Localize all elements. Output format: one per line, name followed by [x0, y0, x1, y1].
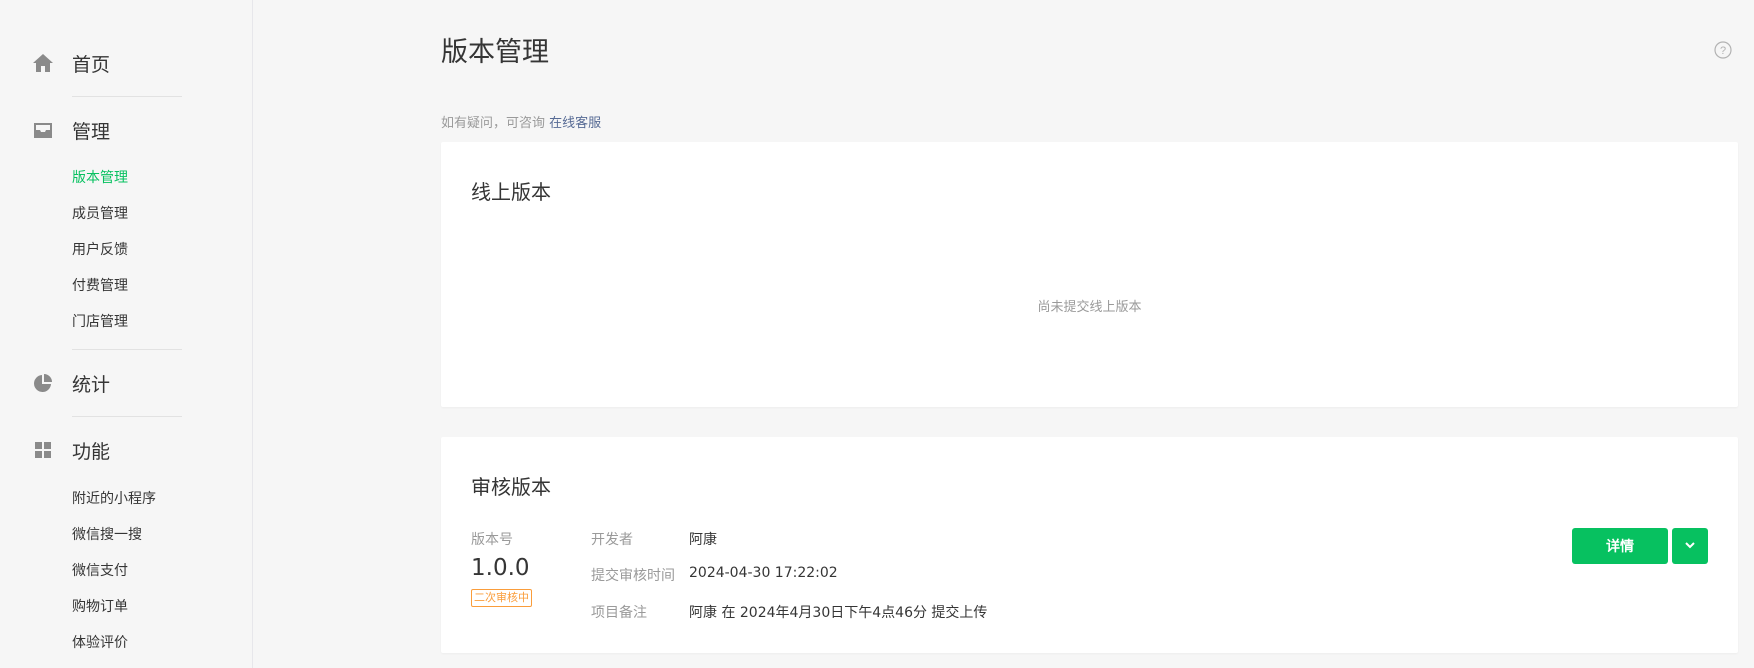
nav-manage[interactable]: 管理: [32, 115, 110, 145]
divider: [72, 349, 182, 350]
version-label: 版本号: [471, 532, 513, 548]
home-icon: [32, 52, 54, 74]
sidebar-item-experience-review[interactable]: 体验评价: [72, 633, 128, 653]
sidebar-item-version-manage[interactable]: 版本管理: [72, 168, 128, 188]
review-version-card: 审核版本 版本号 1.0.0 二次审核中 开发者 阿康 提交审核时间 2024-…: [441, 437, 1738, 653]
more-options-button[interactable]: [1672, 528, 1708, 564]
sidebar-item-shopping-orders[interactable]: 购物订单: [72, 597, 128, 617]
nav-home-label: 首页: [72, 53, 111, 76]
sidebar-item-member-manage[interactable]: 成员管理: [72, 204, 128, 224]
sidebar-item-wechat-pay[interactable]: 微信支付: [72, 561, 128, 581]
submit-time-label: 提交审核时间: [591, 568, 675, 584]
inbox-icon: [32, 119, 54, 141]
sidebar-item-nearby-miniprogram[interactable]: 附近的小程序: [72, 489, 156, 509]
remark-label: 项目备注: [591, 605, 647, 621]
page-title: 版本管理: [441, 37, 549, 68]
developer-value: 阿康: [689, 532, 717, 548]
version-number: 1.0.0: [471, 555, 530, 581]
review-version-title: 审核版本: [471, 475, 551, 499]
sidebar-item-user-feedback[interactable]: 用户反馈: [72, 240, 128, 260]
nav-features-label: 功能: [72, 440, 111, 463]
submit-time-value: 2024-04-30 17:22:02: [689, 565, 838, 581]
nav-stats[interactable]: 统计: [32, 368, 110, 398]
online-version-card: 线上版本 尚未提交线上版本: [441, 142, 1738, 407]
sidebar-item-wechat-search[interactable]: 微信搜一搜: [72, 525, 142, 545]
sidebar-item-store-manage[interactable]: 门店管理: [72, 312, 128, 332]
grid-icon: [32, 439, 54, 461]
consult-text: 如有疑问，可咨询: [441, 116, 546, 131]
divider: [72, 96, 182, 97]
online-version-title: 线上版本: [471, 180, 551, 204]
question-circle-icon[interactable]: ?: [1714, 41, 1732, 59]
developer-label: 开发者: [591, 532, 633, 548]
online-service-link[interactable]: 在线客服: [549, 116, 601, 131]
nav-stats-label: 统计: [72, 373, 111, 396]
remark-value: 阿康 在 2024年4月30日下午4点46分 提交上传: [689, 605, 988, 621]
pie-chart-icon: [32, 372, 54, 394]
chevron-down-icon: [1683, 537, 1697, 556]
sidebar: 首页 管理 版本管理 成员管理 用户反馈 付费管理 门店管理 统计 功能 附近的…: [0, 0, 253, 668]
empty-state-text: 尚未提交线上版本: [1037, 300, 1142, 315]
svg-text:?: ?: [1720, 45, 1726, 57]
main-content: 版本管理 ? 如有疑问，可咨询 在线客服 线上版本 尚未提交线上版本 审核版本 …: [441, 0, 1754, 668]
detail-button[interactable]: 详情: [1572, 528, 1668, 564]
sidebar-item-payment-manage[interactable]: 付费管理: [72, 276, 128, 296]
nav-home[interactable]: 首页: [32, 48, 110, 78]
nav-manage-label: 管理: [72, 120, 111, 143]
divider: [72, 416, 182, 417]
status-badge: 二次审核中: [471, 589, 532, 607]
nav-features[interactable]: 功能: [32, 435, 110, 465]
consult-hint: 如有疑问，可咨询 在线客服: [441, 112, 601, 131]
